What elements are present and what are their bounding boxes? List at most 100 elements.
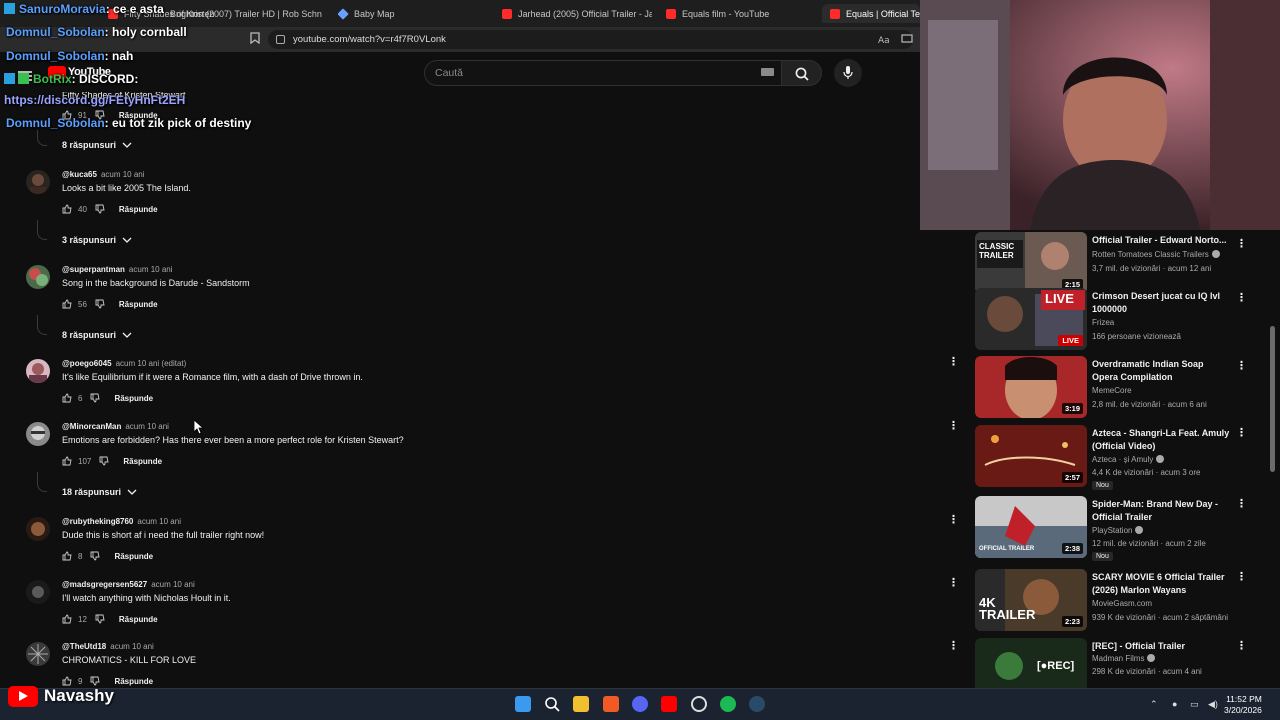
video-title[interactable]: Crimson Desert jucat cu IQ lvl 1000000 [1092, 290, 1232, 316]
channel-name[interactable]: Azteca · și Amuly [1092, 455, 1165, 464]
avatar[interactable] [26, 265, 50, 289]
search-icon[interactable] [544, 696, 560, 712]
screen-icon[interactable] [901, 33, 913, 45]
site-settings-icon[interactable] [276, 35, 285, 44]
more-options-icon[interactable]: ⋮ [1236, 571, 1247, 583]
obs-icon[interactable] [691, 696, 707, 712]
browser-tab[interactable]: Brighton (2007) Trailer HD | Rob Schn [170, 4, 325, 23]
reply-button[interactable]: Răspunde [114, 552, 153, 561]
like-icon[interactable] [62, 456, 72, 466]
file-explorer-icon[interactable] [573, 696, 589, 712]
reply-button[interactable]: Răspunde [114, 677, 153, 686]
channel-name[interactable]: PlayStation [1092, 526, 1144, 535]
suggested-video[interactable]: OFFICIAL TRAILER 2:38 Spider-Man: Brand … [975, 496, 1255, 561]
video-title[interactable]: Azteca - Shangri-La Feat. Amuly (Officia… [1092, 427, 1232, 453]
channel-name[interactable]: Rotten Tomatoes Classic Trailers [1092, 250, 1220, 259]
reply-button[interactable]: Răspunde [123, 457, 162, 466]
video-title[interactable]: Official Trailer - Edward Norto... [1092, 234, 1232, 247]
comment-author[interactable]: @kuca65 [62, 170, 97, 179]
browser-tab[interactable]: Equals film - YouTube [666, 4, 801, 23]
replies-toggle[interactable]: 8 răspunsuri [62, 140, 132, 150]
comment-author[interactable]: @rubytheking8760 [62, 517, 133, 526]
suggested-video[interactable]: 2:57 Azteca - Shangri-La Feat. Amuly (Of… [975, 425, 1255, 490]
reply-button[interactable]: Răspunde [114, 394, 153, 403]
avatar[interactable] [26, 422, 50, 446]
browser-tab-active[interactable]: Equals | Official Tease [822, 4, 920, 23]
video-thumbnail[interactable]: 2:57 [975, 425, 1087, 487]
url-field[interactable]: youtube.com/watch?v=r4f7R0VLonk [268, 30, 913, 49]
more-options-icon[interactable]: ⋮ [1236, 498, 1247, 510]
chat-link[interactable]: https://discord.gg/FEtyHnFt2EH [4, 93, 185, 107]
suggested-video[interactable]: CLASSIC TRAILER 2:15 Official Trailer - … [975, 232, 1255, 294]
replies-toggle[interactable]: 8 răspunsuri [62, 330, 132, 340]
suggested-video[interactable]: 4K TRAILER 2:23 SCARY MOVIE 6 Official T… [975, 569, 1255, 631]
video-thumbnail[interactable]: 3:19 [975, 356, 1087, 418]
steam-icon[interactable] [749, 696, 765, 712]
video-title[interactable]: Overdramatic Indian Soap Opera Compilati… [1092, 358, 1232, 384]
more-options-icon[interactable]: ⋮ [1236, 360, 1247, 372]
like-icon[interactable] [62, 551, 72, 561]
reply-button[interactable]: Răspunde [119, 615, 158, 624]
dislike-icon[interactable] [90, 393, 101, 403]
avatar[interactable] [26, 517, 50, 541]
more-options-icon[interactable]: ⋮ [948, 577, 959, 589]
replies-toggle[interactable]: 18 răspunsuri [62, 487, 137, 497]
spotify-icon[interactable] [720, 696, 736, 712]
avatar[interactable] [26, 642, 50, 666]
dislike-icon[interactable] [95, 614, 105, 624]
dislike-icon[interactable] [95, 204, 105, 214]
like-icon[interactable] [62, 614, 72, 624]
suggested-video[interactable]: 3:19 Overdramatic Indian Soap Opera Comp… [975, 356, 1255, 418]
voice-search-button[interactable] [834, 59, 862, 87]
like-icon[interactable] [62, 299, 72, 309]
search-button[interactable] [782, 60, 822, 86]
suggested-video[interactable]: LIVE LIVE Crimson Desert jucat cu IQ lvl… [975, 288, 1255, 350]
comment-author[interactable]: @superpantman [62, 265, 125, 274]
comment-author[interactable]: @MinorcanMan [62, 422, 121, 431]
channel-name[interactable]: Madman Films [1092, 654, 1156, 663]
reply-button[interactable]: Răspunde [119, 205, 158, 214]
keyboard-icon[interactable] [761, 68, 774, 76]
more-options-icon[interactable]: ⋮ [948, 356, 959, 368]
brave-browser-icon[interactable] [603, 696, 619, 712]
dislike-icon[interactable] [95, 299, 105, 309]
dislike-icon[interactable] [90, 551, 101, 561]
avatar[interactable] [26, 170, 50, 194]
more-options-icon[interactable]: ⋮ [1236, 427, 1247, 439]
suggested-video[interactable]: [●REC] [REC] - Official Trailer Madman F… [975, 638, 1255, 688]
channel-name[interactable]: MemeCore [1092, 386, 1132, 395]
video-thumbnail[interactable]: 4K TRAILER 2:23 [975, 569, 1087, 631]
browser-tab[interactable]: Baby Map [338, 4, 458, 23]
search-input[interactable]: Caută [424, 60, 782, 86]
video-title[interactable]: SCARY MOVIE 6 Official Trailer (2026) Ma… [1092, 571, 1232, 597]
more-options-icon[interactable]: ⋮ [1236, 640, 1247, 652]
more-options-icon[interactable]: ⋮ [1236, 238, 1247, 250]
scrollbar[interactable] [1270, 326, 1275, 472]
microphone-icon[interactable]: ● [1172, 699, 1177, 709]
channel-name[interactable]: MovieGasm.com [1092, 599, 1152, 608]
video-thumbnail[interactable]: [●REC] [975, 638, 1087, 688]
system-clock[interactable]: 11:52 PM 3/20/2026 [1224, 694, 1262, 716]
video-thumbnail[interactable]: LIVE LIVE [975, 288, 1087, 350]
comment-author[interactable]: @madsgregersen5627 [62, 580, 147, 589]
more-options-icon[interactable]: ⋮ [948, 640, 959, 652]
more-options-icon[interactable]: ⋮ [1236, 292, 1247, 304]
like-icon[interactable] [62, 393, 72, 403]
avatar[interactable] [26, 580, 50, 604]
bookmark-icon[interactable] [249, 32, 261, 45]
tray-expand-icon[interactable]: ⌃ [1150, 699, 1158, 710]
video-title[interactable]: Spider-Man: Brand New Day - Official Tra… [1092, 498, 1232, 524]
windows-start-icon[interactable] [515, 696, 531, 712]
dislike-icon[interactable] [99, 456, 109, 466]
browser-tab[interactable]: Jarhead (2005) Official Trailer - Jake G [502, 4, 652, 23]
video-thumbnail[interactable]: CLASSIC TRAILER 2:15 [975, 232, 1087, 294]
discord-icon[interactable] [632, 696, 648, 712]
network-icon[interactable]: ▭ [1190, 699, 1199, 710]
comment-author[interactable]: @poego6045 [62, 359, 112, 368]
avatar[interactable] [26, 359, 50, 383]
comment-author[interactable]: @TheUtd18 [62, 642, 106, 651]
channel-name[interactable]: Frizea [1092, 318, 1114, 327]
more-options-icon[interactable]: ⋮ [948, 514, 959, 526]
video-thumbnail[interactable]: OFFICIAL TRAILER 2:38 [975, 496, 1087, 558]
replies-toggle[interactable]: 3 răspunsuri [62, 235, 132, 245]
